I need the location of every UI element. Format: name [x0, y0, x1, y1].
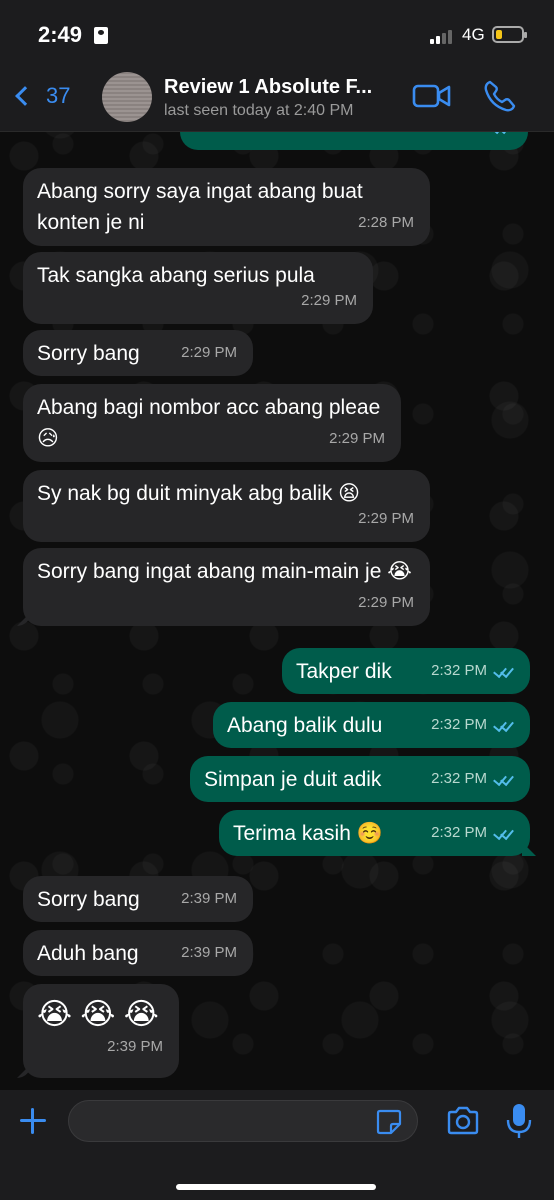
sticker-icon[interactable] [376, 1109, 402, 1135]
message-text: Sorry bang [37, 888, 140, 911]
battery-level [496, 30, 502, 39]
phone-icon[interactable] [482, 78, 518, 114]
message-text: Abang balik dulu [227, 714, 383, 737]
message-text: Abang sorry saya ingat abang buat konten… [37, 180, 363, 234]
message-bubble-incoming[interactable]: Abang sorry saya ingat abang buat konten… [23, 168, 430, 246]
message-text: Sorry bang [37, 342, 140, 365]
message-time: 2:29 PM [358, 594, 414, 611]
message-bubble-incoming[interactable]: Sy nak bg duit minyak abg balik 😫 2:29 P… [23, 470, 430, 542]
message-time: 2:32 PM [431, 824, 487, 841]
read-receipt-icon [492, 773, 514, 785]
message-bubble-outgoing[interactable]: 2:26 PM [180, 132, 528, 150]
message-meta: 2:32 PM [431, 655, 514, 686]
read-receipt-icon [490, 132, 512, 133]
microphone-icon[interactable] [506, 1102, 532, 1140]
message-text: Terima kasih ☺️ [233, 822, 383, 845]
message-bubble-outgoing[interactable]: Terima kasih ☺️ 2:32 PM [219, 810, 530, 856]
read-receipt-icon [492, 665, 514, 677]
message-text: Takper dik [296, 660, 392, 683]
message-time: 2:29 PM [301, 292, 357, 309]
message-bubble-incoming[interactable]: Tak sangka abang serius pula 2:29 PM [23, 252, 373, 324]
home-indicator [176, 1184, 376, 1190]
message-bubble-incoming[interactable]: Abang bagi nombor acc abang pleae 😥 2:29… [23, 384, 401, 462]
read-receipt-icon [492, 719, 514, 731]
message-text: Aduh bang [37, 942, 139, 965]
message-time: 2:32 PM [431, 662, 487, 679]
message-text: Tak sangka abang serius pula [37, 264, 315, 287]
camera-icon[interactable] [446, 1106, 480, 1136]
message-bubble-incoming[interactable]: Sorry bang 2:29 PM [23, 330, 253, 376]
message-bubble-incoming[interactable]: 😭 😭 😭 2:39 PM [23, 984, 179, 1078]
plus-icon[interactable] [18, 1106, 48, 1136]
message-text: Simpan je duit adik [204, 768, 382, 791]
message-bubble-incoming[interactable]: Aduh bang 2:39 PM [23, 930, 253, 976]
status-bar: 2:49 4G [0, 0, 554, 60]
back-button[interactable]: 37 [10, 78, 70, 114]
message-bubble-incoming[interactable]: Sorry bang 2:39 PM [23, 876, 253, 922]
message-meta: 2:32 PM [431, 709, 514, 740]
contact-avatar[interactable] [102, 72, 152, 122]
read-receipt-icon [492, 827, 514, 839]
contact-name[interactable]: Review 1 Absolute F... [164, 76, 404, 99]
network-type: 4G [462, 25, 485, 44]
message-time: 2:39 PM [107, 1038, 163, 1055]
message-time: 2:29 PM [329, 430, 385, 447]
message-text: Sorry bang ingat abang main-main je 😭 [37, 560, 412, 583]
message-time: 2:29 PM [181, 344, 237, 361]
chat-header: 37 Review 1 Absolute F... last seen toda… [0, 60, 554, 132]
composer-bar [0, 1090, 554, 1200]
signal-strength-icon [430, 28, 456, 44]
status-time: 2:49 [38, 22, 83, 47]
message-text: Sy nak bg duit minyak abg balik 😫 [37, 482, 361, 505]
contact-last-seen: last seen today at 2:40 PM [164, 102, 354, 119]
message-bubble-outgoing[interactable]: Simpan je duit adik 2:32 PM [190, 756, 530, 802]
message-list[interactable]: 2:26 PM Abang sorry saya ingat abang bua… [0, 132, 554, 1090]
message-meta: 2:32 PM [431, 763, 514, 794]
message-input[interactable] [68, 1100, 418, 1142]
message-time: 2:29 PM [358, 510, 414, 527]
id-card-icon [94, 27, 108, 44]
unread-chats-count: 37 [46, 83, 71, 108]
battery-icon [492, 26, 527, 43]
message-time: 2:32 PM [431, 716, 487, 733]
video-call-icon[interactable] [412, 82, 452, 110]
message-time: 2:28 PM [358, 214, 414, 231]
message-time: 2:26 PM [429, 132, 485, 142]
message-bubble-incoming[interactable]: Sorry bang ingat abang main-main je 😭 2:… [23, 548, 430, 626]
message-time: 2:32 PM [431, 770, 487, 787]
message-bubble-outgoing[interactable]: Abang balik dulu 2:32 PM [213, 702, 530, 748]
message-bubble-outgoing[interactable]: Takper dik 2:32 PM [282, 648, 530, 694]
message-meta: 2:26 PM [429, 132, 512, 142]
message-meta: 2:32 PM [431, 817, 514, 848]
message-time: 2:39 PM [181, 944, 237, 961]
back-chevron-icon [15, 86, 35, 106]
message-time: 2:39 PM [181, 890, 237, 907]
